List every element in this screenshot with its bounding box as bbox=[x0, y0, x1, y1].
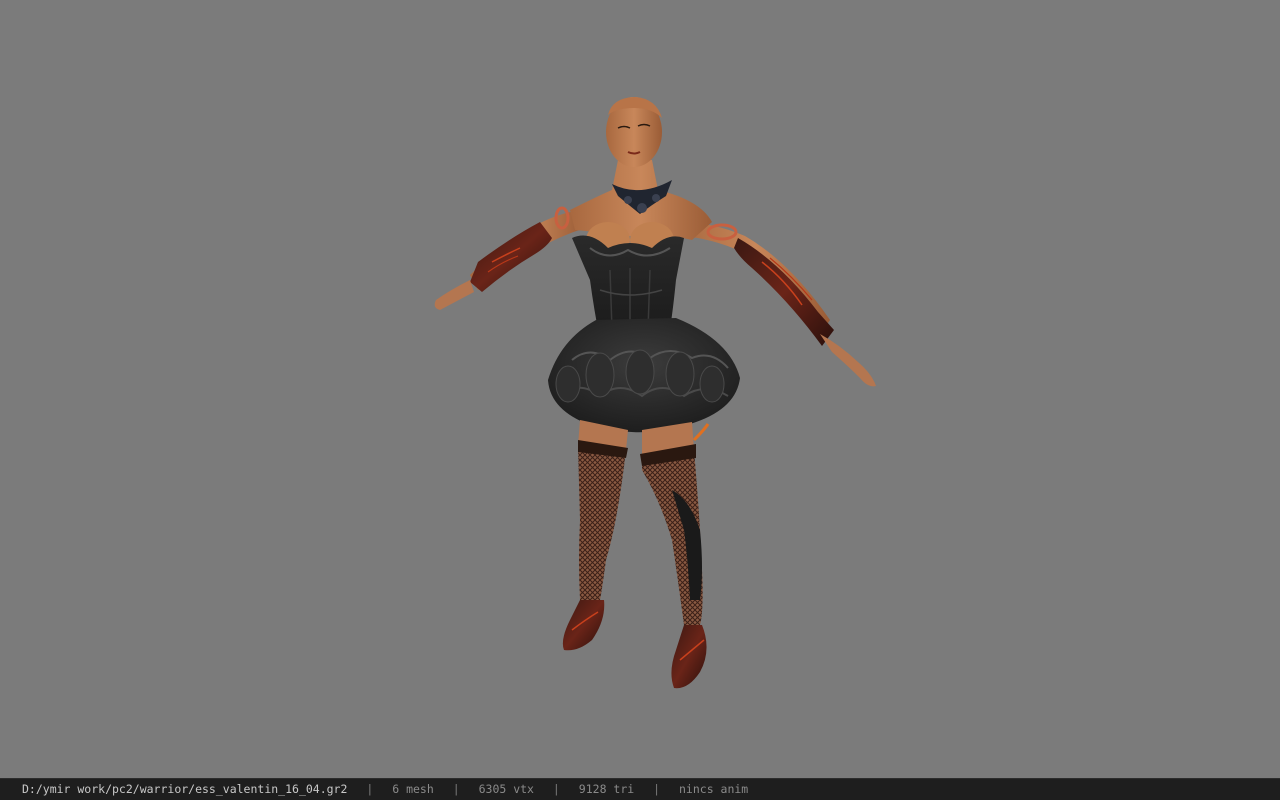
head bbox=[606, 97, 662, 167]
left-arm bbox=[434, 206, 585, 310]
separator: | bbox=[452, 782, 460, 796]
separator: | bbox=[653, 782, 661, 796]
status-bar: D:/ymir work/pc2/warrior/ess_valentin_16… bbox=[0, 778, 1280, 800]
skirt bbox=[548, 318, 740, 433]
animation-status-label: nincs anim bbox=[679, 782, 749, 796]
3d-viewport[interactable] bbox=[0, 0, 1280, 778]
mesh-count-label: 6 mesh bbox=[392, 782, 434, 796]
file-path-label: D:/ymir work/pc2/warrior/ess_valentin_16… bbox=[22, 782, 348, 796]
right-leg bbox=[640, 423, 710, 689]
vertex-count-label: 6305 vtx bbox=[478, 782, 534, 796]
character-model[interactable] bbox=[0, 0, 1280, 778]
separator: | bbox=[552, 782, 560, 796]
separator: | bbox=[366, 782, 374, 796]
left-leg bbox=[562, 440, 628, 651]
triangle-count-label: 9128 tri bbox=[578, 782, 635, 796]
